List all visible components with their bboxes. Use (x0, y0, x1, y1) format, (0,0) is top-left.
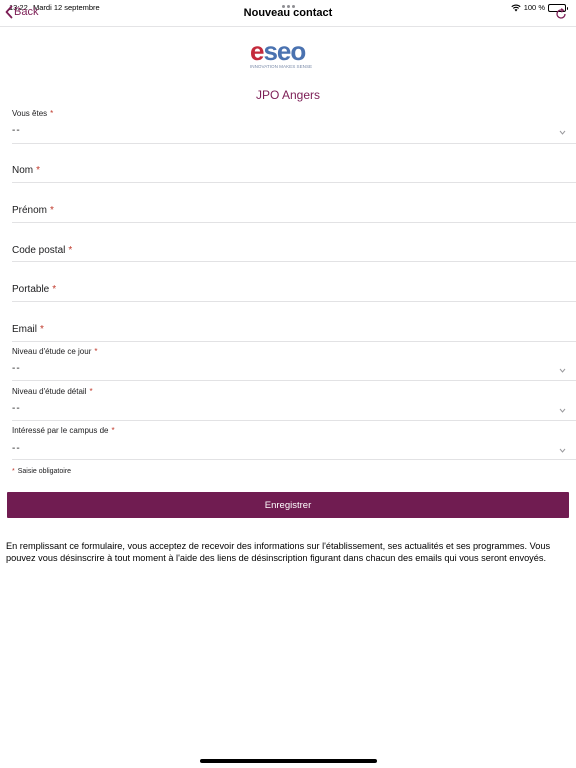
niveau-detail-label-text: Niveau d'étude détail (12, 387, 87, 396)
required-star: * (40, 324, 44, 335)
chevron-down-icon (559, 368, 566, 373)
home-indicator[interactable] (200, 759, 377, 763)
niveau-detail-select[interactable]: Niveau d'étude détail * -- (12, 380, 576, 421)
niveau-detail-value: -- (12, 403, 21, 414)
niveau-jour-value: -- (12, 363, 21, 374)
code-postal-label-text: Code postal (12, 245, 66, 256)
niveau-jour-label-text: Niveau d'étude ce jour (12, 347, 92, 356)
campus-value: -- (12, 443, 21, 454)
required-star: * (50, 205, 54, 216)
campus-label-text: Intéressé par le campus de (12, 426, 109, 435)
save-button[interactable]: Enregistrer (7, 492, 569, 518)
required-star: * (68, 245, 73, 256)
portable-label-text: Portable (12, 284, 50, 295)
prenom-label-text: Prénom (12, 205, 48, 216)
portable-field[interactable]: Portable * (12, 261, 576, 302)
vous-etes-label: Vous êtes * (12, 109, 53, 118)
required-star: * (52, 284, 57, 295)
email-label-text: Email (12, 324, 38, 335)
vous-etes-select[interactable]: Vous êtes * -- (12, 106, 576, 144)
niveau-jour-label: Niveau d'étude ce jour * (12, 347, 97, 356)
nom-label: Nom * (12, 165, 40, 176)
nom-label-text: Nom (12, 165, 34, 176)
email-field[interactable]: Email * (12, 301, 576, 342)
page-title: Nouveau contact (243, 7, 333, 19)
required-star: * (111, 426, 115, 435)
refresh-icon[interactable] (555, 8, 567, 20)
niveau-detail-label: Niveau d'étude détail * (12, 387, 93, 396)
required-star: * (94, 347, 98, 356)
required-star: * (89, 387, 93, 396)
code-postal-field[interactable]: Code postal * (12, 222, 576, 262)
portable-label: Portable * (12, 284, 56, 295)
consent-text: En remplissant ce formulaire, vous accep… (6, 541, 551, 563)
required-star: * (36, 165, 41, 176)
code-postal-label: Code postal * (12, 245, 72, 256)
required-star: * (12, 468, 15, 475)
campus-label: Intéressé par le campus de * (12, 426, 115, 435)
niveau-jour-select[interactable]: Niveau d'étude ce jour * -- (12, 341, 576, 381)
required-star: * (50, 109, 54, 118)
vous-etes-value: -- (12, 125, 21, 136)
required-note: * Saisie obligatoire (12, 468, 71, 475)
event-title: JPO Angers (255, 88, 321, 102)
svg-text:eseo: eseo (250, 39, 305, 66)
campus-select[interactable]: Intéressé par le campus de * -- (12, 420, 576, 460)
vous-etes-label-text: Vous êtes (12, 109, 48, 118)
nom-field[interactable]: Nom * (12, 143, 576, 183)
svg-text:INNOVATION MAKES SENSE: INNOVATION MAKES SENSE (250, 64, 312, 69)
prenom-label: Prénom * (12, 205, 54, 216)
chevron-down-icon (559, 130, 566, 135)
prenom-field[interactable]: Prénom * (12, 182, 576, 223)
chevron-down-icon (559, 408, 566, 413)
email-label: Email * (12, 324, 44, 335)
nav-bar: Back Nouveau contact (0, 0, 576, 27)
eseo-logo: eseo INNOVATION MAKES SENSE (250, 39, 312, 69)
chevron-down-icon (559, 448, 566, 453)
required-note-text: Saisie obligatoire (17, 468, 72, 475)
